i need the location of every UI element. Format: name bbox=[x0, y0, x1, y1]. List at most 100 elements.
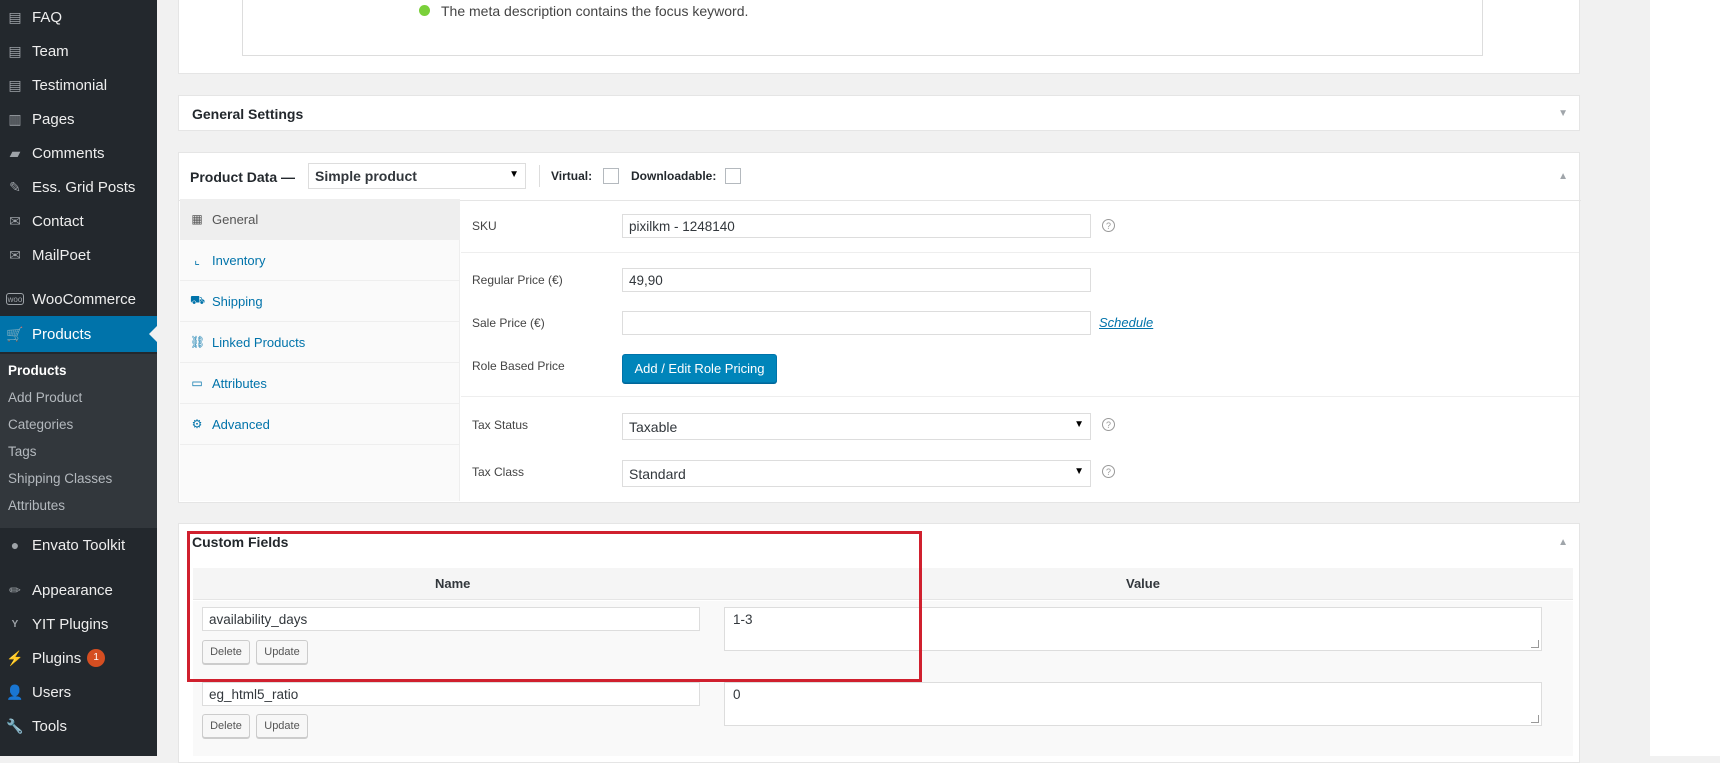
menu-label: Appearance bbox=[32, 581, 113, 599]
tax-status-select[interactable]: Taxable ▼ bbox=[622, 413, 1091, 440]
comment-icon: ▰ bbox=[9, 144, 21, 161]
menu-label: FAQ bbox=[32, 8, 63, 26]
sku-label: SKU bbox=[472, 219, 497, 233]
seo-panel: The meta description contains the focus … bbox=[178, 0, 1580, 74]
menu-label: Comments bbox=[32, 144, 105, 162]
custom-field-value-textarea[interactable]: 0 bbox=[724, 682, 1542, 726]
submenu-products[interactable]: Products bbox=[8, 363, 67, 378]
menu-item-yit-plugins[interactable]: Y YIT Plugins bbox=[0, 609, 157, 639]
menu-label: MailPoet bbox=[32, 246, 91, 264]
menu-item-pages[interactable]: ▥ Pages bbox=[0, 104, 157, 134]
panel-title: General Settings bbox=[192, 106, 304, 122]
toggle-up-icon[interactable]: ▲ bbox=[1558, 171, 1568, 182]
menu-item-plugins[interactable]: ⚡ Plugins 1 bbox=[0, 643, 157, 673]
resize-handle-icon[interactable] bbox=[1531, 640, 1539, 648]
tab-label: Linked Products bbox=[212, 334, 306, 350]
custom-field-name-input[interactable]: eg_html5_ratio bbox=[202, 682, 700, 706]
select-value: Taxable bbox=[629, 418, 678, 435]
highlight-box bbox=[187, 531, 922, 682]
yit-icon: Y bbox=[11, 618, 19, 630]
menu-label: Plugins bbox=[32, 649, 82, 667]
menu-item-team[interactable]: ▤ Team bbox=[0, 36, 157, 66]
menu-item-envato-toolkit[interactable]: ● Envato Toolkit bbox=[0, 530, 157, 560]
tab-general[interactable]: ▦ General bbox=[180, 199, 460, 240]
virtual-checkbox[interactable] bbox=[603, 168, 619, 184]
menu-item-appearance[interactable]: ✏ Appearance bbox=[0, 575, 157, 605]
menu-item-ess-grid-posts[interactable]: ✎ Ess. Grid Posts bbox=[0, 172, 157, 202]
tab-attributes[interactable]: ▭ Attributes bbox=[180, 363, 460, 404]
submenu-tags[interactable]: Tags bbox=[8, 444, 37, 459]
mail-icon: ✉ bbox=[9, 246, 21, 263]
page-icon: ▤ bbox=[8, 8, 22, 25]
menu-item-products[interactable]: 🛒 Products bbox=[0, 316, 157, 352]
column-value-header: Value bbox=[1126, 576, 1160, 591]
product-type-select[interactable]: Simple product ▼ bbox=[308, 163, 526, 189]
tab-label: General bbox=[212, 211, 259, 227]
menu-item-tools[interactable]: 🔧 Tools bbox=[0, 711, 157, 741]
menu-label: YIT Plugins bbox=[32, 615, 109, 633]
menu-item-users[interactable]: 👤 Users bbox=[0, 677, 157, 707]
add-edit-role-pricing-button[interactable]: Add / Edit Role Pricing bbox=[622, 354, 777, 383]
menu-item-contact[interactable]: ✉ Contact bbox=[0, 206, 157, 236]
woo-icon: woo bbox=[6, 293, 24, 305]
menu-item-woocommerce[interactable]: woo WooCommerce bbox=[0, 284, 157, 314]
pin-icon: ✎ bbox=[9, 178, 21, 195]
link-icon: ⛓ bbox=[190, 335, 206, 349]
regular-price-input[interactable]: 49,90 bbox=[622, 268, 1091, 292]
toggle-up-icon[interactable]: ▲ bbox=[1558, 537, 1568, 548]
help-icon[interactable]: ? bbox=[1102, 418, 1115, 431]
menu-label: Team bbox=[32, 42, 69, 60]
tax-class-label: Tax Class bbox=[472, 465, 525, 479]
menu-item-mailpoet[interactable]: ✉ MailPoet bbox=[0, 240, 157, 270]
plug-icon: ⚡ bbox=[6, 649, 24, 666]
leaf-icon: ● bbox=[10, 537, 20, 553]
user-icon: 👤 bbox=[6, 683, 24, 700]
submenu-add-product[interactable]: Add Product bbox=[8, 390, 82, 405]
tab-advanced[interactable]: ⚙ Advanced bbox=[180, 404, 460, 445]
menu-label: Envato Toolkit bbox=[32, 536, 126, 554]
products-submenu: Products Add Product Categories Tags Shi… bbox=[0, 354, 157, 528]
help-icon[interactable]: ? bbox=[1102, 465, 1115, 478]
schedule-link[interactable]: Schedule bbox=[1099, 315, 1153, 330]
tab-linked-products[interactable]: ⛓ Linked Products bbox=[180, 322, 460, 363]
sale-price-input[interactable] bbox=[622, 311, 1091, 335]
menu-label: Tools bbox=[32, 717, 68, 735]
submenu-shipping-classes[interactable]: Shipping Classes bbox=[8, 471, 112, 486]
submenu-attributes[interactable]: Attributes bbox=[8, 498, 65, 513]
menu-item-comments[interactable]: ▰ Comments bbox=[0, 138, 157, 168]
menu-item-testimonial[interactable]: ▤ Testimonial bbox=[0, 70, 157, 100]
virtual-label: Virtual: bbox=[551, 169, 593, 183]
downloadable-checkbox[interactable] bbox=[725, 168, 741, 184]
wrench-icon: 🔧 bbox=[6, 717, 24, 734]
general-settings-panel[interactable]: General Settings ▼ bbox=[178, 95, 1580, 131]
brush-icon: ✏ bbox=[9, 581, 21, 598]
pages-icon: ▥ bbox=[8, 110, 22, 127]
tab-inventory[interactable]: ⌞ Inventory bbox=[180, 240, 460, 281]
divider bbox=[539, 165, 540, 187]
resize-handle-icon[interactable] bbox=[1531, 715, 1539, 723]
menu-label: Products bbox=[32, 325, 92, 343]
tab-label: Advanced bbox=[212, 416, 270, 432]
menu-label: Testimonial bbox=[32, 76, 108, 94]
delete-button[interactable]: Delete bbox=[202, 714, 250, 738]
sale-price-label: Sale Price (€) bbox=[472, 316, 545, 330]
submenu-categories[interactable]: Categories bbox=[8, 417, 73, 432]
update-button[interactable]: Update bbox=[256, 714, 308, 738]
help-icon[interactable]: ? bbox=[1102, 219, 1115, 232]
select-value: Standard bbox=[629, 465, 686, 482]
menu-item-faq[interactable]: ▤ FAQ bbox=[0, 2, 157, 32]
status-dot bbox=[419, 5, 430, 16]
page-icon: ▤ bbox=[8, 76, 22, 93]
textarea-value: 0 bbox=[733, 687, 741, 702]
sku-input[interactable]: pixilkm - 1248140 bbox=[622, 214, 1091, 238]
update-count-badge: 1 bbox=[87, 649, 106, 667]
menu-label: Users bbox=[32, 683, 72, 701]
tab-shipping[interactable]: ⛟ Shipping bbox=[180, 281, 460, 322]
menu-label: Pages bbox=[32, 110, 75, 128]
divider bbox=[461, 396, 1579, 397]
toggle-down-icon[interactable]: ▼ bbox=[1558, 108, 1568, 119]
tax-class-select[interactable]: Standard ▼ bbox=[622, 460, 1091, 487]
chart-icon: ⌞ bbox=[194, 253, 200, 267]
product-data-tabs: ▦ General ⌞ Inventory ⛟ Shipping ⛓ Linke… bbox=[180, 199, 460, 501]
page-edge bbox=[1650, 0, 1720, 756]
